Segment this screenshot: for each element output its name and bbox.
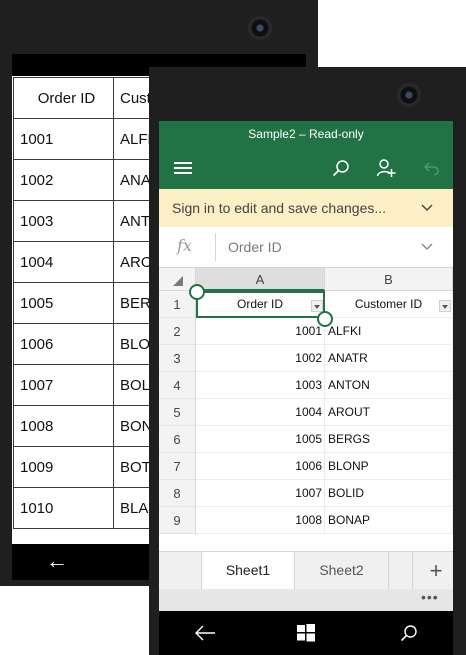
table-cell[interactable]: 1004	[196, 399, 325, 426]
table-cell[interactable]: 1006	[196, 453, 325, 480]
row-header[interactable]: 2	[159, 318, 196, 345]
fx-icon[interactable]: fx	[177, 236, 192, 255]
status-bar: •••	[159, 589, 453, 611]
cell-b1[interactable]: Customer ID	[325, 291, 453, 318]
excel-app-screen: Sample2 – Read-only Sign in to edit and …	[159, 121, 453, 655]
table-cell[interactable]: 1005	[196, 426, 325, 453]
column-header-b[interactable]: B	[325, 268, 453, 291]
windows-start-icon[interactable]	[286, 611, 326, 655]
tab-sheet2[interactable]: Sheet2	[295, 552, 389, 589]
sign-in-message[interactable]: Sign in to edit and save changes...	[172, 189, 386, 227]
hamburger-menu-icon[interactable]	[165, 147, 201, 189]
add-sheet-button[interactable]: +	[421, 552, 451, 589]
tab-sheet1[interactable]: Sheet1	[201, 552, 295, 589]
sign-in-infobar[interactable]: Sign in to edit and save changes...	[159, 189, 453, 227]
row-header[interactable]: 4	[159, 372, 196, 399]
column-header-order-id[interactable]: Order ID	[13, 77, 114, 119]
table-cell[interactable]: 1002	[196, 345, 325, 372]
camera-icon	[397, 83, 421, 107]
table-cell[interactable]: BOLID	[325, 480, 453, 507]
row-header[interactable]: 8	[159, 480, 196, 507]
order-id-cell: 1003	[13, 200, 114, 242]
table-cell[interactable]: 1008	[196, 507, 325, 534]
filter-dropdown-icon[interactable]	[439, 300, 451, 312]
row-header[interactable]: 6	[159, 426, 196, 453]
row-header[interactable]: 5	[159, 399, 196, 426]
order-id-cell: 1006	[13, 323, 114, 365]
selected-cell-outline	[196, 291, 325, 318]
front-phone: Sample2 – Read-only Sign in to edit and …	[149, 67, 466, 655]
divider	[215, 233, 216, 261]
select-all-icon	[173, 276, 183, 286]
nav-bar	[159, 611, 453, 655]
back-arrow-icon[interactable]	[185, 611, 225, 655]
row-header[interactable]: 9	[159, 507, 196, 534]
formula-bar: fx Order ID	[159, 227, 453, 268]
row-header[interactable]: 7	[159, 453, 196, 480]
table-cell[interactable]: BONAP	[325, 507, 453, 534]
app-toolbar	[159, 147, 453, 189]
chevron-down-icon[interactable]	[421, 200, 433, 218]
window-title: Sample2 – Read-only	[159, 121, 453, 147]
tab-divider	[389, 552, 413, 589]
table-cell[interactable]: 1007	[196, 480, 325, 507]
chevron-down-icon[interactable]	[421, 239, 433, 257]
column-header-a[interactable]: A	[196, 268, 325, 291]
table-cell[interactable]: BLONP	[325, 453, 453, 480]
order-id-cell: 1004	[13, 241, 114, 283]
order-id-cell: 1009	[13, 446, 114, 488]
undo-icon	[413, 147, 449, 189]
sheet-tabs: Sheet1 Sheet2 +	[159, 551, 453, 590]
more-options-icon[interactable]: •••	[421, 589, 439, 611]
selection-handle-bottom-right[interactable]	[317, 311, 333, 327]
selection-handle-top-left[interactable]	[189, 284, 205, 300]
order-id-cell: 1005	[13, 282, 114, 324]
order-id-cell: 1008	[13, 405, 114, 447]
table-cell[interactable]: AROUT	[325, 399, 453, 426]
table-cell[interactable]: ANTON	[325, 372, 453, 399]
order-id-cell: 1001	[13, 118, 114, 160]
row-header[interactable]: 3	[159, 345, 196, 372]
search-icon[interactable]	[323, 147, 359, 189]
order-id-cell: 1002	[13, 159, 114, 201]
formula-input[interactable]: Order ID	[228, 227, 282, 267]
camera-icon	[248, 16, 272, 40]
order-id-cell: 1010	[13, 487, 114, 529]
back-arrow-icon[interactable]: ←	[46, 549, 68, 573]
table-cell[interactable]: ALFKI	[325, 318, 453, 345]
table-cell[interactable]: 1003	[196, 372, 325, 399]
table-cell[interactable]: BERGS	[325, 426, 453, 453]
search-icon[interactable]	[389, 611, 429, 655]
order-id-cell: 1007	[13, 364, 114, 406]
table-cell[interactable]: 1001	[196, 318, 325, 345]
table-cell[interactable]: ANATR	[325, 345, 453, 372]
add-person-icon[interactable]	[368, 147, 404, 189]
spreadsheet-grid[interactable]: A B 1 Order ID Customer ID 2 1001 ALFKI …	[159, 268, 453, 551]
